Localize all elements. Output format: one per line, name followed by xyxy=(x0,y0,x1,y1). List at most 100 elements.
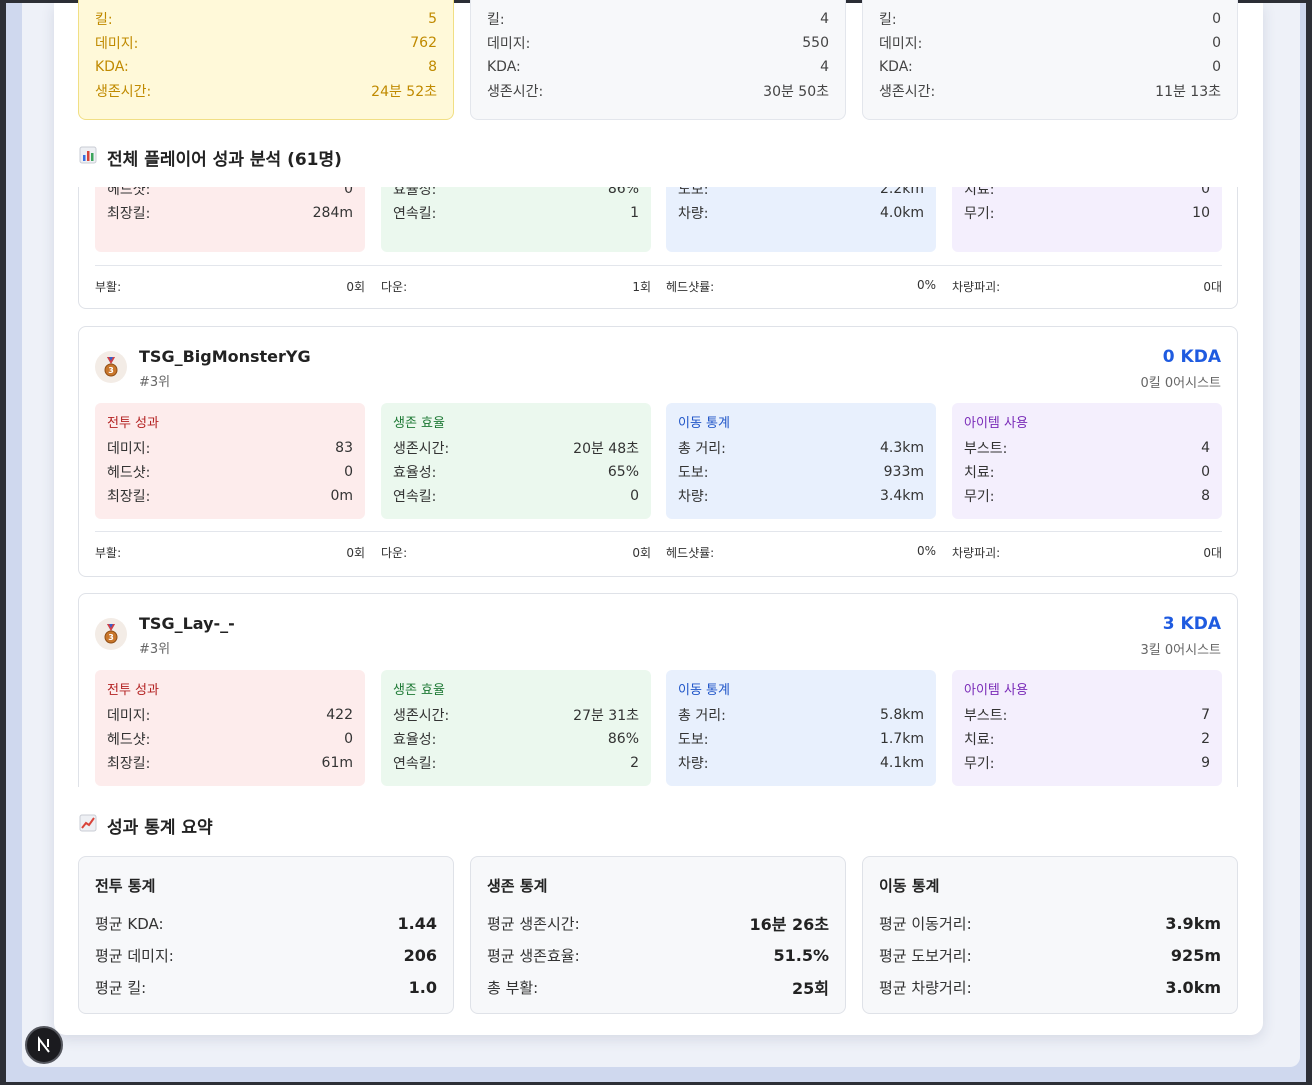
stat-label: 무기: xyxy=(964,756,995,772)
stat-value: 10 xyxy=(1192,205,1210,221)
stat-value: 0 xyxy=(1201,464,1210,480)
stat-value: 4.1km xyxy=(879,755,924,771)
stat-row: 효율성: 86% xyxy=(393,727,639,751)
top-player-box-1: 킬: 5 데미지: 762 KDA: 8 생존시간: 24분 52초 xyxy=(78,0,454,120)
stat-value: 284m xyxy=(312,205,353,221)
stat-row: 생존시간: 11분 13초 xyxy=(879,79,1221,103)
stat-value: 2 xyxy=(630,755,639,771)
stat-label: 데미지: xyxy=(487,36,531,52)
stat-row: 도보: 1.7km xyxy=(678,727,924,751)
stat-row: KDA: 4 xyxy=(487,55,829,79)
footer-value: 0회 xyxy=(632,546,651,560)
box-title: 아이템 사용 xyxy=(964,416,1028,431)
player-card[interactable]: 3 TSG_Lay-_- #3위 3 KDA 3킬 0어시스트 전투 성과 데미… xyxy=(78,593,1238,787)
stat-value: 8 xyxy=(428,59,437,75)
stat-value: 0 xyxy=(344,731,353,747)
footer-value: 0대 xyxy=(1203,280,1222,294)
stat-value: 550 xyxy=(802,35,829,51)
stat-value: 422 xyxy=(326,707,353,723)
summary-value: 3.0km xyxy=(1165,977,1221,997)
divider xyxy=(95,531,1222,532)
player-list-scroll[interactable]: 헤드샷: 0 최장킬: 284m 효율성: 86% 연속킬: 1 도보: 2.2km 차량… xyxy=(78,187,1239,787)
stat-row: 데미지: 422 xyxy=(107,703,353,727)
stat-row: 킬: 4 xyxy=(487,7,829,31)
summary-label: 평균 도보거리: xyxy=(879,946,972,965)
player-card[interactable]: 3 TSG_BigMonsterYG #3위 0 KDA 0킬 0어시스트 전투… xyxy=(78,326,1238,577)
stat-label: 최장킬: xyxy=(107,756,151,772)
summary-label: 평균 KDA: xyxy=(95,914,164,933)
stat-label: 무기: xyxy=(964,489,995,505)
stat-label: 총 거리: xyxy=(678,441,726,457)
stat-label: 데미지: xyxy=(95,36,139,52)
stat-label: 데미지: xyxy=(879,36,923,52)
stat-value: 86% xyxy=(607,187,639,197)
stat-row: KDA: 8 xyxy=(95,55,437,79)
stat-label: 도보: xyxy=(678,465,709,481)
stat-value: 65% xyxy=(607,464,639,480)
bronze-medal-icon: 3 xyxy=(95,618,127,650)
stat-label: 총 거리: xyxy=(678,708,726,724)
stat-label: 효율성: xyxy=(393,187,437,198)
summary-row: 평균 생존시간: 16분 26초 xyxy=(487,907,829,939)
box-title: 아이템 사용 xyxy=(964,683,1028,698)
stat-value: 83 xyxy=(335,440,353,456)
stat-value: 933m xyxy=(883,464,924,480)
stat-label: 생존시간: xyxy=(393,441,450,457)
footer-stat: 다운: 1회 xyxy=(381,278,651,295)
stat-label: 생존시간: xyxy=(95,84,152,100)
stat-value: 2.2km xyxy=(879,187,924,197)
stat-value: 30분 50초 xyxy=(763,84,829,100)
stat-value: 0 xyxy=(344,464,353,480)
stat-row: 도보: 2.2km xyxy=(678,187,924,201)
footer-label: 차량파괴: xyxy=(952,280,1001,294)
stat-row: 데미지: 0 xyxy=(879,31,1221,55)
stat-value: 0 xyxy=(1201,187,1210,197)
summary-row: 평균 차량거리: 3.0km xyxy=(879,971,1221,1003)
footer-value: 0% xyxy=(916,544,936,558)
box-title: 이동 통계 xyxy=(678,683,730,698)
stat-label: 부스트: xyxy=(964,708,1008,724)
stat-row: 생존시간: 20분 48초 xyxy=(393,436,639,460)
summary-label: 평균 생존시간: xyxy=(487,914,580,933)
stat-value: 11분 13초 xyxy=(1155,84,1221,100)
stat-value: 4 xyxy=(1201,440,1210,456)
box-title: 전투 성과 xyxy=(107,683,159,698)
n-logo-icon xyxy=(38,1036,50,1053)
summary-row: 평균 KDA: 1.44 xyxy=(95,907,437,939)
footer-value: 0회 xyxy=(346,546,365,560)
stat-row: 데미지: 83 xyxy=(107,436,353,460)
main-card: 킬: 5 데미지: 762 KDA: 8 생존시간: 24분 52초 킬: 4 데미지: 5… xyxy=(54,0,1263,1035)
stat-row: 데미지: 550 xyxy=(487,31,829,55)
analysis-section-title: 전체 플레이어 성과 분석 (61명) xyxy=(78,145,342,170)
footer-label: 부활: xyxy=(95,280,122,294)
box-title: 생존 통계 xyxy=(487,877,548,895)
stat-label: 치료: xyxy=(964,465,995,481)
footer-label: 부활: xyxy=(95,546,122,560)
stat-label: 차량: xyxy=(678,489,709,505)
stat-label: KDA: xyxy=(879,59,913,75)
stat-label: KDA: xyxy=(487,59,521,75)
stat-label: 생존시간: xyxy=(879,84,936,100)
footer-value: 0대 xyxy=(1203,546,1222,560)
stat-label: 치료: xyxy=(964,187,995,198)
nextjs-dev-badge[interactable] xyxy=(25,1026,63,1064)
summary-row: 총 부활: 25회 xyxy=(487,971,829,1003)
player-kills-assists: 3킬 0어시스트 xyxy=(1140,643,1221,658)
footer-label: 헤드샷률: xyxy=(666,546,715,560)
stat-label: 헤드샷: xyxy=(107,732,151,748)
stat-label: 생존시간: xyxy=(393,708,450,724)
stat-label: 차량: xyxy=(678,206,709,222)
divider xyxy=(95,265,1222,266)
summary-row: 평균 킬: 1.0 xyxy=(95,971,437,1003)
summary-value: 925m xyxy=(1170,945,1221,965)
footer-label: 다운: xyxy=(381,546,408,560)
page: 킬: 5 데미지: 762 KDA: 8 생존시간: 24분 52초 킬: 4 데미지: 5… xyxy=(22,0,1300,1067)
stat-value: 4 xyxy=(820,11,829,27)
footer-label: 다운: xyxy=(381,280,408,294)
stat-label: 연속킬: xyxy=(393,489,437,505)
stat-label: 킬: xyxy=(95,12,113,28)
stat-label: 생존시간: xyxy=(487,84,544,100)
stat-label: 킬: xyxy=(879,12,897,28)
top-player-box-2: 킬: 4 데미지: 550 KDA: 4 생존시간: 30분 50초 xyxy=(470,0,846,120)
footer-label: 헤드샷률: xyxy=(666,280,715,294)
